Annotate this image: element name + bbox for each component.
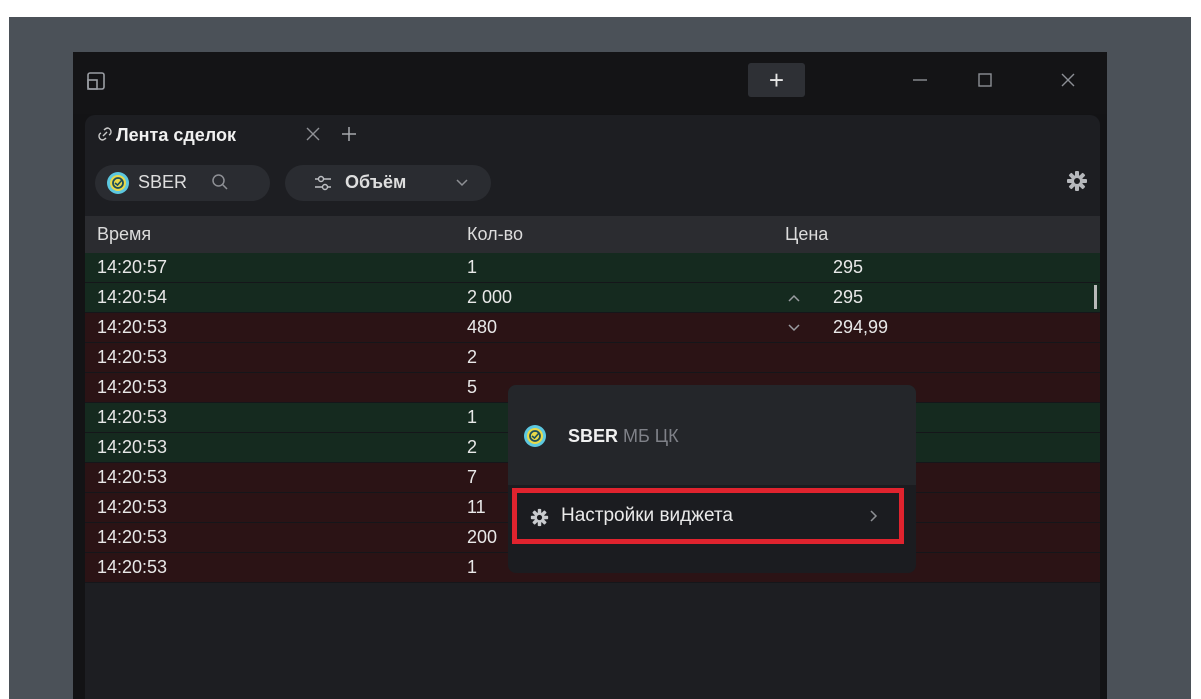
cell-time: 14:20:53 — [97, 467, 168, 487]
widget-settings-label: Настройки виджета — [561, 505, 733, 526]
table-header: Время Кол-во Цена — [85, 216, 1100, 253]
cell-time: 14:20:53 — [97, 317, 168, 337]
cell-qty: 7 — [467, 467, 478, 487]
menu-ticker: SBER — [568, 426, 619, 446]
volume-filter-label: Объём — [345, 172, 407, 192]
minimize-button[interactable] — [900, 62, 940, 98]
cell-qty: 480 — [467, 317, 498, 337]
ticker-label: SBER — [138, 172, 188, 192]
sber-logo-icon — [524, 425, 546, 447]
close-icon — [1061, 73, 1075, 87]
table-row: 14:20:53 2 — [85, 343, 1100, 373]
gear-icon — [530, 508, 549, 527]
app-window: + Лента сделок SBER Объём Время Кол-во Ц… — [73, 52, 1107, 699]
scrollbar-thumb[interactable] — [1094, 285, 1097, 309]
cell-price: 294,99 — [833, 317, 889, 337]
restore-window-icon[interactable] — [87, 72, 105, 90]
table-row: 14:20:53 480 294,99 — [85, 313, 1100, 343]
menu-exchange: МБ ЦК — [623, 426, 679, 446]
cell-qty: 1 — [467, 557, 478, 577]
volume-filter[interactable]: Объём — [285, 165, 491, 201]
widget-context-menu: SBER МБ ЦК Настройки виджета — [508, 385, 916, 573]
tab-close-icon[interactable] — [305, 126, 321, 142]
cell-qty: 11 — [467, 497, 486, 517]
cell-time: 14:20:57 — [97, 257, 168, 277]
search-icon[interactable] — [211, 173, 229, 191]
cell-qty: 2 000 — [467, 287, 513, 307]
add-tab-icon[interactable] — [340, 125, 358, 143]
cell-qty: 1 — [467, 407, 478, 427]
chevron-down-icon — [456, 179, 468, 187]
maximize-icon — [978, 73, 992, 87]
link-icon[interactable] — [97, 125, 113, 143]
price-up-icon — [788, 294, 800, 302]
price-down-icon — [788, 324, 800, 332]
column-header-qty[interactable]: Кол-во — [467, 224, 523, 245]
cell-qty: 200 — [467, 527, 498, 547]
cell-time: 14:20:54 — [97, 287, 168, 307]
window-titlebar: + — [73, 52, 1107, 114]
cell-qty: 2 — [467, 347, 478, 367]
cell-time: 14:20:53 — [97, 377, 168, 397]
chevron-right-icon — [870, 510, 878, 522]
filter-sliders-icon — [315, 175, 331, 191]
tab-strip: Лента сделок — [85, 115, 1100, 155]
cell-price: 295 — [833, 287, 864, 307]
cell-qty: 2 — [467, 437, 478, 457]
column-header-time[interactable]: Время — [97, 224, 151, 245]
widget-toolbar: SBER Объём — [85, 155, 1100, 207]
cell-time: 14:20:53 — [97, 527, 168, 547]
sber-logo-icon — [107, 172, 129, 194]
widget-settings-menu-item[interactable]: Настройки виджета — [512, 488, 904, 544]
ticker-selector[interactable]: SBER — [95, 165, 270, 201]
table-row: 14:20:57 1 295 — [85, 253, 1100, 283]
tab-title[interactable]: Лента сделок — [116, 125, 236, 146]
cell-time: 14:20:53 — [97, 557, 168, 577]
cell-time: 14:20:53 — [97, 347, 168, 367]
cell-time: 14:20:53 — [97, 497, 168, 517]
cell-qty: 5 — [467, 377, 478, 397]
minimize-icon — [913, 79, 927, 81]
cell-time: 14:20:53 — [97, 407, 168, 427]
gear-icon[interactable] — [1066, 170, 1088, 192]
cell-qty: 1 — [467, 257, 478, 277]
cell-price: 295 — [833, 257, 864, 277]
column-header-price[interactable]: Цена — [785, 224, 828, 245]
table-row: 14:20:54 2 000 295 — [85, 283, 1100, 313]
add-widget-button[interactable]: + — [748, 63, 805, 97]
cell-time: 14:20:53 — [97, 437, 168, 457]
maximize-button[interactable] — [965, 62, 1005, 98]
close-window-button[interactable] — [1048, 62, 1088, 98]
menu-instrument-header: SBER МБ ЦК — [508, 385, 916, 485]
